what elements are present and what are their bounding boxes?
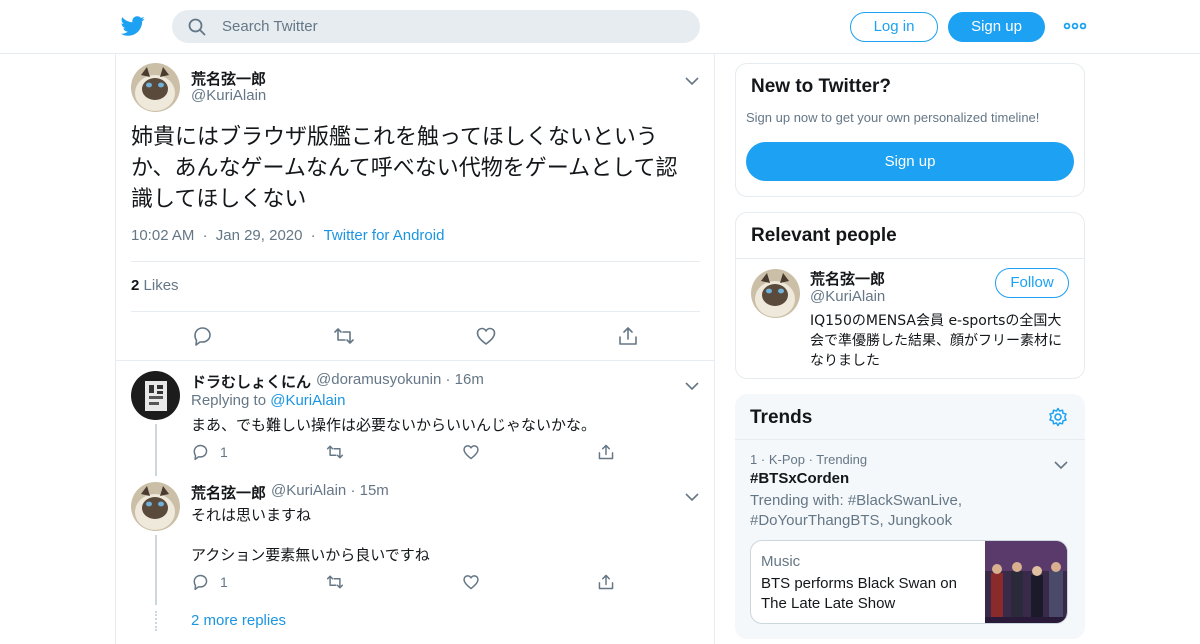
tweet-meta: 10:02 AM · Jan 29, 2020 · Twitter for An… (131, 227, 444, 244)
trend-with: Trending with: #BlackSwanLive, #DoYourTh… (750, 492, 963, 529)
avatar[interactable] (131, 482, 180, 531)
twitter-bird-icon[interactable] (120, 14, 146, 38)
reply-handle-line: @KuriAlain · 15m (271, 482, 389, 499)
author-handle[interactable]: @KuriAlain (191, 87, 266, 104)
reply-text: それは思いますね (191, 506, 312, 524)
trend-status: Trending (816, 452, 868, 467)
thread-line (155, 424, 157, 476)
news-category: Music (761, 553, 801, 570)
reply-icon[interactable] (191, 325, 213, 347)
tweet-date[interactable]: Jan 29, 2020 (216, 227, 303, 244)
reply-icon[interactable] (191, 573, 209, 591)
separator-dot: · (310, 227, 316, 244)
divider (735, 439, 1085, 440)
person-name[interactable]: 荒名弦一郎 (810, 268, 885, 289)
share-icon[interactable] (617, 325, 639, 347)
person-bio: IQ150のMENSA会員 e-sportsの全国大会で準優勝した結果、顔がフリ… (810, 313, 1062, 369)
card-title: Trends (750, 407, 813, 428)
follow-button[interactable]: Follow (995, 268, 1069, 298)
replying-to-link[interactable]: @KuriAlain (270, 392, 345, 409)
divider (131, 311, 700, 312)
tweet-source-link[interactable]: Twitter for Android (324, 227, 445, 244)
trend-meta: 1 · K-Pop · Trending (750, 452, 867, 467)
chevron-down-icon[interactable] (685, 71, 699, 86)
reply-age[interactable]: 15m (360, 482, 389, 499)
author-name[interactable]: 荒名弦一郎 (191, 68, 266, 89)
card-title: New to Twitter? (751, 76, 892, 97)
author-handle[interactable]: @doramusyokunin (316, 371, 441, 388)
retweet-icon[interactable] (326, 443, 344, 461)
heart-icon[interactable] (462, 573, 480, 591)
replying-prefix: Replying to (191, 392, 267, 409)
divider (736, 258, 1084, 259)
author-name[interactable]: 荒名弦一郎 (191, 482, 266, 503)
top-navigation-bar: Log in Sign up (0, 0, 1200, 54)
thread-line (155, 535, 157, 605)
news-title: BTS performs Black Swan on The Late Late… (761, 575, 957, 612)
retweet-icon[interactable] (333, 325, 355, 347)
more-dots-icon[interactable] (1063, 18, 1087, 34)
author-name[interactable]: ドラむしょくにん (191, 371, 311, 392)
main-timeline: 荒名弦一郎 @KuriAlain 姉貴にはブラウザ版艦これを触ってほしくないとい… (115, 54, 715, 644)
card-title: Relevant people (751, 225, 897, 246)
more-replies-link[interactable]: 2 more replies (191, 612, 286, 629)
likes-label: Likes (143, 277, 179, 294)
separator-dot: · (760, 452, 769, 467)
sidebar-signup-button[interactable]: Sign up (746, 142, 1074, 181)
avatar[interactable] (131, 63, 180, 112)
separator-dot: · (202, 227, 208, 244)
reply-icon[interactable] (191, 443, 209, 461)
reply-handle-line: @doramusyokunin · 16m (316, 371, 484, 388)
chevron-down-icon[interactable] (685, 487, 699, 502)
likes-count: 2 (131, 277, 140, 294)
trends-card: Trends 1 · K-Pop · Trending #BTSxCorden … (735, 394, 1085, 639)
card-subtitle: Sign up now to get your own personalized… (746, 110, 1040, 125)
person-handle[interactable]: @KuriAlain (810, 288, 885, 305)
news-card[interactable]: Music BTS performs Black Swan on The Lat… (750, 540, 1068, 624)
trend-rank: 1 (750, 452, 758, 467)
author-handle[interactable]: @KuriAlain (271, 482, 346, 499)
likes-stat[interactable]: 2 Likes (131, 277, 179, 294)
heart-icon[interactable] (475, 325, 497, 347)
reply-count: 1 (220, 444, 228, 460)
avatar[interactable] (751, 269, 800, 318)
chevron-down-icon[interactable] (685, 376, 699, 391)
relevant-people-card: Relevant people 荒名弦一郎 @KuriAlain Follow … (735, 212, 1085, 379)
reply-age[interactable]: 16m (455, 371, 484, 388)
reply-text: アクション要素無いから良いですね (191, 546, 430, 564)
search-input[interactable] (222, 10, 682, 43)
login-button[interactable]: Log in (850, 12, 938, 42)
trend-name-link[interactable]: #BTSxCorden (750, 470, 849, 487)
reply-text: まあ、でも難しい操作は必要ないからいいんじゃないかな。 (191, 416, 597, 434)
search-box[interactable] (172, 10, 700, 43)
tweet-time[interactable]: 10:02 AM (131, 227, 194, 244)
replying-to: Replying to @KuriAlain (191, 392, 345, 409)
chevron-down-icon[interactable] (1054, 455, 1068, 470)
heart-icon[interactable] (462, 443, 480, 461)
separator-dot: · (445, 371, 455, 388)
retweet-icon[interactable] (326, 573, 344, 591)
trend-category: K-Pop (768, 452, 805, 467)
search-icon (188, 18, 206, 36)
separator-dot: · (350, 482, 360, 499)
divider (131, 261, 700, 262)
news-thumbnail (985, 541, 1067, 623)
reply-count: 1 (220, 574, 228, 590)
thread-dots (155, 611, 157, 631)
divider (116, 360, 714, 361)
new-to-twitter-card: New to Twitter? Sign up now to get your … (735, 63, 1085, 197)
tweet-text: 姉貴にはブラウザ版艦これを触ってほしくないというか、あんなゲームなんて呼べない代… (131, 125, 678, 212)
share-icon[interactable] (597, 573, 615, 591)
avatar[interactable] (131, 371, 180, 420)
share-icon[interactable] (597, 443, 615, 461)
signup-button[interactable]: Sign up (948, 12, 1045, 42)
gear-icon[interactable] (1048, 407, 1068, 427)
